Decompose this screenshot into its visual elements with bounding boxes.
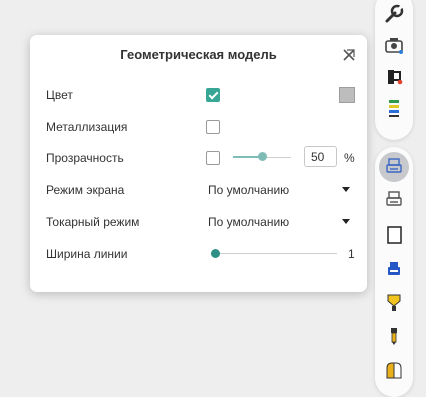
transparency-checkbox[interactable] [206,151,220,165]
camera-zoom-icon[interactable] [379,30,409,60]
line-width-slider-track [215,253,337,254]
blue-device-icon[interactable] [379,254,409,284]
line-width-slider-thumb[interactable] [210,249,220,258]
lathe-mode-select[interactable]: По умолчанию [208,215,289,229]
printer-gray-icon[interactable] [379,185,409,215]
screen-mode-select[interactable]: По умолчанию [208,183,289,197]
line-width-value: 1 [348,247,355,261]
metallic-checkbox[interactable] [206,120,220,134]
lathe-mode-chevron-down-icon[interactable] [342,219,350,224]
lathe-mode-label: Токарный режим [46,215,140,229]
transparency-value-input[interactable]: 50 [304,146,337,167]
dialog-title: Геометрическая модель [120,47,277,62]
printer-blue-icon[interactable] [379,152,409,182]
transparency-label: Прозрачность [46,151,124,165]
split-shape-icon[interactable] [379,62,409,92]
color-checkbox[interactable] [206,88,220,102]
right-toolbar-top [375,0,413,140]
transparency-unit: % [344,151,355,165]
screen-mode-chevron-down-icon[interactable] [342,187,350,192]
colored-bins-icon[interactable] [379,355,409,385]
color-swatch[interactable] [339,87,355,103]
geometric-model-dialog: Геометрическая модель Цвет Металлизация … [30,35,367,292]
blank-page-icon[interactable] [379,220,409,250]
screen-mode-label: Режим экрана [46,183,125,197]
metallic-label: Металлизация [46,120,128,134]
tool-holder-icon[interactable] [379,321,409,351]
right-toolbar-bottom [375,147,413,397]
close-icon[interactable] [341,47,357,63]
yellow-shield-icon[interactable] [379,287,409,317]
color-label: Цвет [46,88,73,102]
layers-icon[interactable] [379,93,409,123]
transparency-slider-thumb[interactable] [257,152,267,161]
line-width-label: Ширина линии [46,247,128,261]
wrench-icon[interactable] [379,0,409,30]
